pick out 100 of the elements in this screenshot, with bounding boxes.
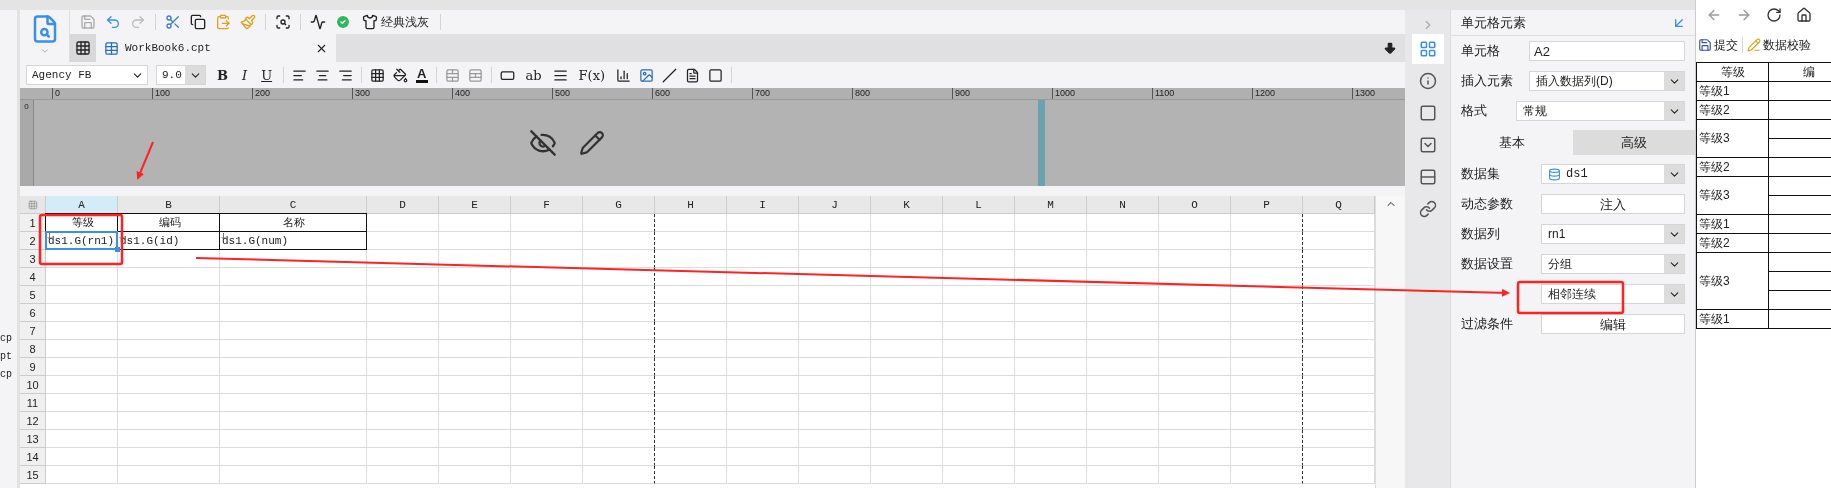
column-header[interactable]: K bbox=[871, 196, 943, 214]
column-header[interactable]: G bbox=[583, 196, 655, 214]
empty-cell[interactable] bbox=[583, 268, 655, 286]
column-header[interactable]: A bbox=[46, 196, 118, 214]
caret-icon[interactable] bbox=[39, 46, 50, 56]
empty-cell[interactable] bbox=[583, 232, 655, 250]
document-icon[interactable] bbox=[685, 67, 701, 83]
preview-action[interactable]: 提交 bbox=[1698, 36, 1738, 54]
column-header[interactable]: J bbox=[799, 196, 871, 214]
link-icon[interactable] bbox=[1418, 200, 1437, 218]
preview-action[interactable]: 数据校验 bbox=[1747, 36, 1811, 54]
empty-cell[interactable] bbox=[583, 304, 655, 322]
column-header[interactable]: I bbox=[727, 196, 799, 214]
empty-cell[interactable] bbox=[583, 466, 655, 484]
copy-icon[interactable] bbox=[190, 14, 206, 30]
row-header[interactable]: 5 bbox=[20, 286, 46, 304]
empty-cell[interactable] bbox=[1231, 340, 1303, 358]
select-field[interactable]: 相邻连续 bbox=[1541, 284, 1685, 304]
font-size-select[interactable]: 9.0 bbox=[156, 65, 206, 85]
align-left-icon[interactable] bbox=[292, 67, 308, 83]
merge-cells-icon[interactable] bbox=[444, 67, 460, 83]
column-header[interactable]: Q bbox=[1303, 196, 1375, 214]
table-cell[interactable]: 等级 bbox=[45, 213, 118, 232]
italic-button[interactable]: I bbox=[239, 67, 251, 83]
down-arrow-icon[interactable] bbox=[1383, 41, 1397, 55]
eye-slash-icon[interactable] bbox=[529, 129, 557, 157]
text-search-icon[interactable] bbox=[275, 14, 291, 30]
file-tab[interactable]: WorkBook6.cpt bbox=[96, 34, 336, 62]
empty-cell[interactable] bbox=[1231, 358, 1303, 376]
row-header[interactable]: 14 bbox=[20, 448, 46, 466]
empty-cell[interactable] bbox=[1231, 304, 1303, 322]
row-header[interactable]: 11 bbox=[20, 394, 46, 412]
column-header[interactable]: B bbox=[118, 196, 220, 214]
empty-cell[interactable] bbox=[1231, 214, 1303, 232]
table-cell[interactable]: ds1.G(num) bbox=[219, 231, 367, 250]
empty-cell[interactable] bbox=[583, 286, 655, 304]
column-header[interactable]: N bbox=[1087, 196, 1159, 214]
font-select[interactable]: Agency FB bbox=[26, 65, 148, 85]
border-grid-icon[interactable] bbox=[370, 67, 386, 83]
column-header[interactable]: L bbox=[943, 196, 1015, 214]
empty-cell[interactable] bbox=[583, 394, 655, 412]
empty-cell[interactable] bbox=[583, 214, 655, 232]
input-field[interactable]: A2 bbox=[1529, 41, 1685, 61]
row-header[interactable]: 10 bbox=[20, 376, 46, 394]
empty-cell[interactable] bbox=[583, 322, 655, 340]
split-cells-icon[interactable] bbox=[467, 67, 483, 83]
table-cell[interactable]: ds1.G(rn1) bbox=[45, 231, 118, 250]
select-field[interactable]: 插入数据列(D) bbox=[1529, 71, 1685, 91]
column-header[interactable]: O bbox=[1159, 196, 1231, 214]
row-header[interactable]: 15 bbox=[20, 466, 46, 484]
empty-cell[interactable] bbox=[1231, 250, 1303, 268]
rows-icon[interactable] bbox=[1418, 168, 1437, 186]
empty-cell[interactable] bbox=[1231, 448, 1303, 466]
empty-cell[interactable] bbox=[1231, 286, 1303, 304]
empty-cell[interactable] bbox=[1231, 376, 1303, 394]
row-header[interactable]: 13 bbox=[20, 430, 46, 448]
square-icon[interactable] bbox=[708, 67, 724, 83]
clipboard-icon[interactable] bbox=[215, 14, 231, 30]
select-field[interactable]: rn1 bbox=[1541, 224, 1685, 244]
reload-icon[interactable] bbox=[1766, 7, 1782, 23]
table-cell[interactable]: 名称 bbox=[219, 213, 367, 232]
empty-cell[interactable] bbox=[583, 448, 655, 466]
dropdown-box-icon[interactable] bbox=[1418, 136, 1437, 154]
fill-handle[interactable] bbox=[115, 247, 120, 252]
column-header[interactable]: M bbox=[1015, 196, 1087, 214]
bold-button[interactable]: B bbox=[214, 67, 231, 83]
empty-cell[interactable] bbox=[583, 358, 655, 376]
row-header[interactable]: 12 bbox=[20, 412, 46, 430]
side-tab[interactable] bbox=[1411, 34, 1444, 64]
align-right-icon[interactable] bbox=[338, 67, 354, 83]
dataset-select[interactable]: ds1 bbox=[1541, 164, 1685, 184]
row-header[interactable]: 3 bbox=[20, 250, 46, 268]
new-tab-button[interactable] bbox=[70, 34, 96, 62]
row-header[interactable]: 6 bbox=[20, 304, 46, 322]
font-color-button[interactable]: A bbox=[416, 67, 428, 83]
scrollbar[interactable] bbox=[1375, 196, 1405, 488]
row-header[interactable]: 7 bbox=[20, 322, 46, 340]
row-header[interactable]: 1 bbox=[20, 214, 46, 232]
info-icon[interactable] bbox=[1418, 72, 1437, 90]
select-all-corner[interactable] bbox=[20, 196, 46, 214]
check-icon[interactable] bbox=[335, 14, 351, 30]
paint-bucket-icon[interactable] bbox=[393, 67, 409, 83]
panel-tab[interactable]: 高级 bbox=[1573, 130, 1695, 155]
empty-cell[interactable] bbox=[583, 340, 655, 358]
paintbrush-icon[interactable] bbox=[240, 14, 256, 30]
cell-grid-icon[interactable] bbox=[1418, 40, 1437, 58]
column-header[interactable]: E bbox=[439, 196, 511, 214]
panel-button[interactable]: 注入 bbox=[1541, 194, 1685, 214]
select-field[interactable]: 分组 bbox=[1541, 254, 1685, 274]
column-header[interactable]: C bbox=[220, 196, 367, 214]
empty-cell[interactable] bbox=[1231, 466, 1303, 484]
text-button[interactable]: ab bbox=[522, 67, 545, 83]
empty-cell[interactable] bbox=[1231, 412, 1303, 430]
empty-cell[interactable] bbox=[1231, 322, 1303, 340]
square-icon[interactable] bbox=[1418, 104, 1437, 122]
undo-icon[interactable] bbox=[105, 14, 121, 30]
row-header[interactable]: 4 bbox=[20, 268, 46, 286]
forward-icon[interactable] bbox=[1736, 7, 1752, 23]
theme-button[interactable]: 经典浅灰 bbox=[360, 13, 431, 31]
empty-cell[interactable] bbox=[1231, 430, 1303, 448]
